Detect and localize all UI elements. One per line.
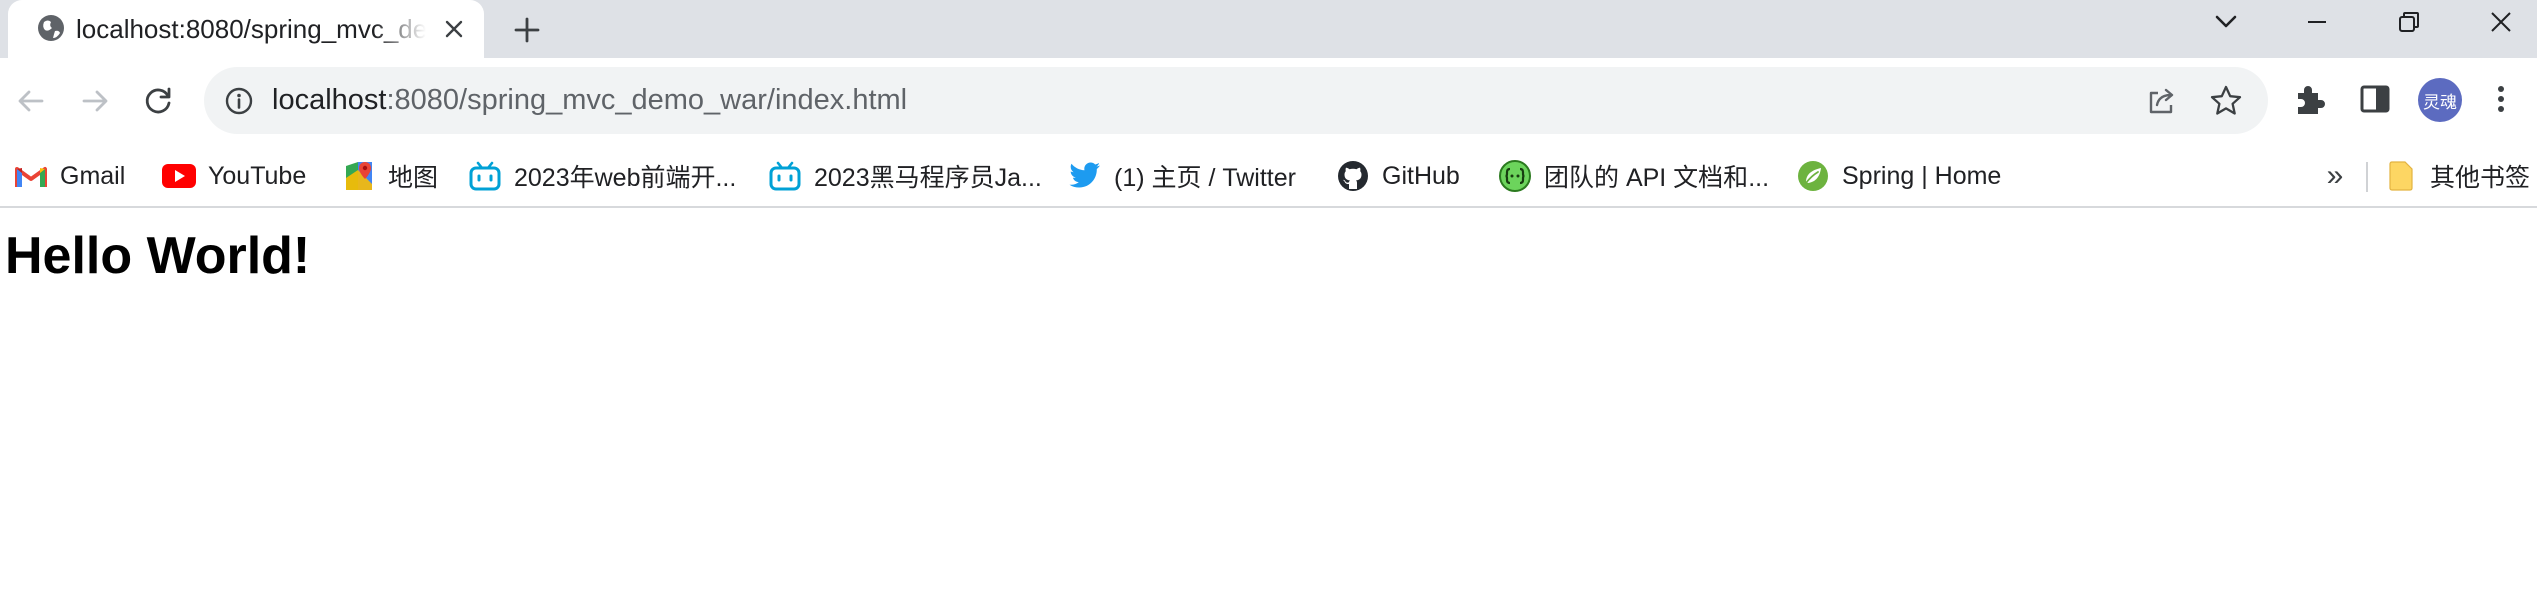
bookmark-github[interactable]: GitHub	[1336, 156, 1460, 196]
side-panel-icon[interactable]	[2355, 79, 2395, 119]
bookmark-api-docs[interactable]: 团队的 API 文档和...	[1498, 156, 1769, 196]
api-docs-icon	[1498, 159, 1532, 193]
twitter-icon	[1068, 159, 1102, 193]
extensions-puzzle-icon[interactable]	[2290, 79, 2330, 119]
reload-button[interactable]	[136, 78, 182, 124]
back-button[interactable]	[8, 78, 54, 124]
spring-icon	[1796, 159, 1830, 193]
forward-arrow-icon	[82, 90, 108, 112]
url-text[interactable]: localhost:8080/spring_mvc_demo_war/index…	[272, 67, 907, 134]
tab-search-button[interactable]	[2191, 0, 2261, 44]
bookmark-label: 团队的 API 文档和...	[1544, 164, 1770, 192]
gmail-icon	[14, 159, 48, 193]
bookmark-twitter[interactable]: (1) 主页 / Twitter	[1068, 156, 1296, 196]
bookmark-label: Spring | Home	[1842, 161, 2002, 190]
bookmark-star-icon[interactable]	[2208, 83, 2244, 119]
tab-strip: localhost:8080/spring_mvc_demo_war/index…	[0, 0, 2537, 58]
bookmark-label: 2023年web前端开...	[514, 164, 737, 192]
bilibili-icon	[468, 159, 502, 193]
tab-title: localhost:8080/spring_mvc_demo_war/index…	[76, 13, 426, 44]
bookmarks-bar: Gmail YouTube 地图 2023年web前端开... 2023黑马程序…	[0, 144, 2537, 208]
close-icon	[2491, 12, 2511, 32]
globe-icon	[36, 13, 66, 43]
github-icon	[1336, 159, 1370, 193]
bookmark-label: Gmail	[60, 161, 126, 190]
back-arrow-icon	[18, 90, 44, 112]
bookmark-spring[interactable]: Spring | Home	[1796, 156, 2001, 196]
kebab-menu-icon[interactable]	[2486, 79, 2516, 119]
restore-icon	[2399, 12, 2419, 32]
bookmark-youtube[interactable]: YouTube	[162, 156, 306, 196]
bookmark-bilibili-java[interactable]: 2023黑马程序员Ja...	[768, 156, 1042, 196]
minimize-button[interactable]	[2282, 0, 2352, 44]
close-window-button[interactable]	[2466, 0, 2536, 44]
bookmark-label: 2023黑马程序员Ja...	[814, 164, 1042, 192]
url-host: localhost	[272, 84, 387, 116]
bookmark-label: YouTube	[208, 161, 307, 190]
plus-icon	[514, 17, 540, 43]
bookmark-label: 其他书签	[2430, 164, 2531, 192]
page-content: Hello World!	[0, 208, 2537, 605]
bookmark-label: (1) 主页 / Twitter	[1114, 164, 1296, 192]
address-bar[interactable]: localhost:8080/spring_mvc_demo_war/index…	[204, 67, 2268, 134]
bookmark-label: GitHub	[1382, 161, 1460, 190]
bookmark-gmail[interactable]: Gmail	[14, 156, 125, 196]
tab-close-icon[interactable]	[438, 13, 470, 45]
bookmark-label: 地图	[388, 164, 439, 192]
bookmark-maps[interactable]: 地图	[342, 156, 438, 196]
browser-toolbar: localhost:8080/spring_mvc_demo_war/index…	[0, 58, 2537, 144]
folder-icon	[2384, 159, 2418, 193]
minimize-icon	[2308, 21, 2326, 23]
reload-icon	[145, 87, 171, 114]
avatar-text: 灵魂	[2423, 92, 2457, 113]
bilibili-icon	[768, 159, 802, 193]
bookmarks-divider	[2366, 162, 2368, 192]
other-bookmarks-folder[interactable]: 其他书签	[2384, 156, 2530, 196]
new-tab-button[interactable]	[505, 8, 549, 52]
forward-button[interactable]	[72, 78, 118, 124]
profile-avatar[interactable]: 灵魂	[2418, 78, 2462, 122]
maps-icon	[342, 159, 376, 193]
url-path: :8080/spring_mvc_demo_war/index.html	[386, 84, 908, 116]
youtube-icon	[162, 159, 196, 193]
bookmark-bilibili-web[interactable]: 2023年web前端开...	[468, 156, 736, 196]
chevron-down-icon	[2215, 15, 2237, 28]
page-heading: Hello World!	[5, 227, 311, 285]
share-icon[interactable]	[2144, 83, 2180, 119]
more-bookmarks-button[interactable]: »	[2323, 156, 2347, 196]
browser-tab[interactable]: localhost:8080/spring_mvc_demo_war/index…	[8, 0, 484, 58]
site-info-icon[interactable]	[222, 84, 256, 118]
restore-button[interactable]	[2374, 0, 2444, 44]
